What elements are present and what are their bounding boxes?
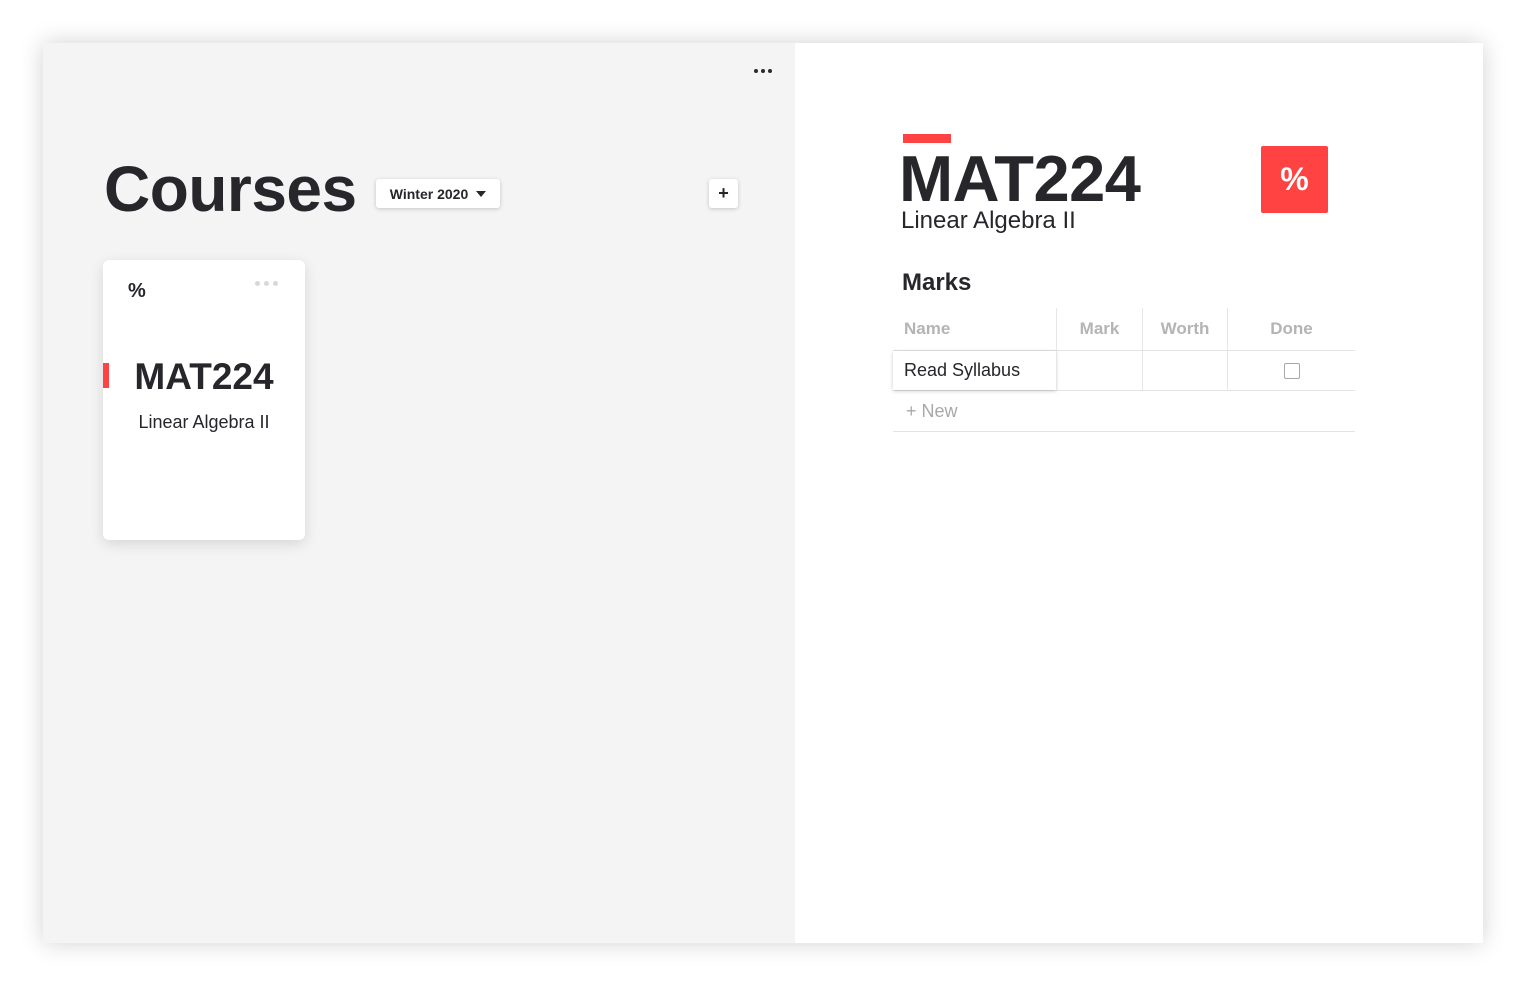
course-card[interactable]: % MAT224 Linear Algebra II [103, 260, 305, 540]
detail-course-name: Linear Algebra II [901, 207, 1076, 234]
add-course-button[interactable]: + [709, 179, 738, 208]
term-selector[interactable]: Winter 2020 [376, 179, 500, 208]
more-horizontal-icon [254, 280, 260, 286]
window-menu-button[interactable] [749, 61, 777, 81]
marks-section-title: Marks [902, 269, 972, 296]
mark-value-cell[interactable] [1056, 351, 1142, 390]
grade-calculator-button[interactable]: % [1261, 146, 1328, 213]
column-header-done: Done [1227, 308, 1355, 350]
mark-name-cell[interactable]: Read Syllabus [893, 351, 1056, 390]
percent-icon: % [128, 280, 146, 302]
add-mark-button[interactable]: + New [893, 391, 958, 431]
column-header-worth: Worth [1142, 308, 1227, 350]
courses-panel: Courses Winter 2020 + % MAT224 Linear Al… [43, 43, 795, 943]
mark-worth-cell[interactable] [1142, 351, 1227, 390]
table-row: Read Syllabus [893, 351, 1355, 391]
caret-down-icon [476, 190, 487, 197]
done-checkbox[interactable] [1283, 362, 1300, 379]
mark-done-cell [1227, 351, 1355, 390]
column-header-name: Name [904, 319, 951, 338]
column-header-mark: Mark [1056, 308, 1142, 350]
new-row: + New [893, 391, 1355, 432]
percent-icon: % [1280, 161, 1309, 197]
table-header-row: Name Mark Worth Done [893, 308, 1355, 351]
term-selector-value: Winter 2020 [389, 185, 469, 202]
marks-table: Name Mark Worth Done Read Syllabus + New [893, 308, 1355, 432]
more-horizontal-icon [754, 69, 758, 73]
app-window: Courses Winter 2020 + % MAT224 Linear Al… [43, 43, 1483, 943]
card-menu-button[interactable] [251, 278, 281, 288]
card-course-name: Linear Algebra II [138, 412, 270, 432]
card-course-code: MAT224 [134, 356, 274, 397]
detail-course-code: MAT224 [899, 142, 1141, 215]
course-detail-panel: MAT224 Linear Algebra II % Marks Name Ma… [795, 43, 1483, 943]
page-title: Courses [104, 153, 357, 225]
